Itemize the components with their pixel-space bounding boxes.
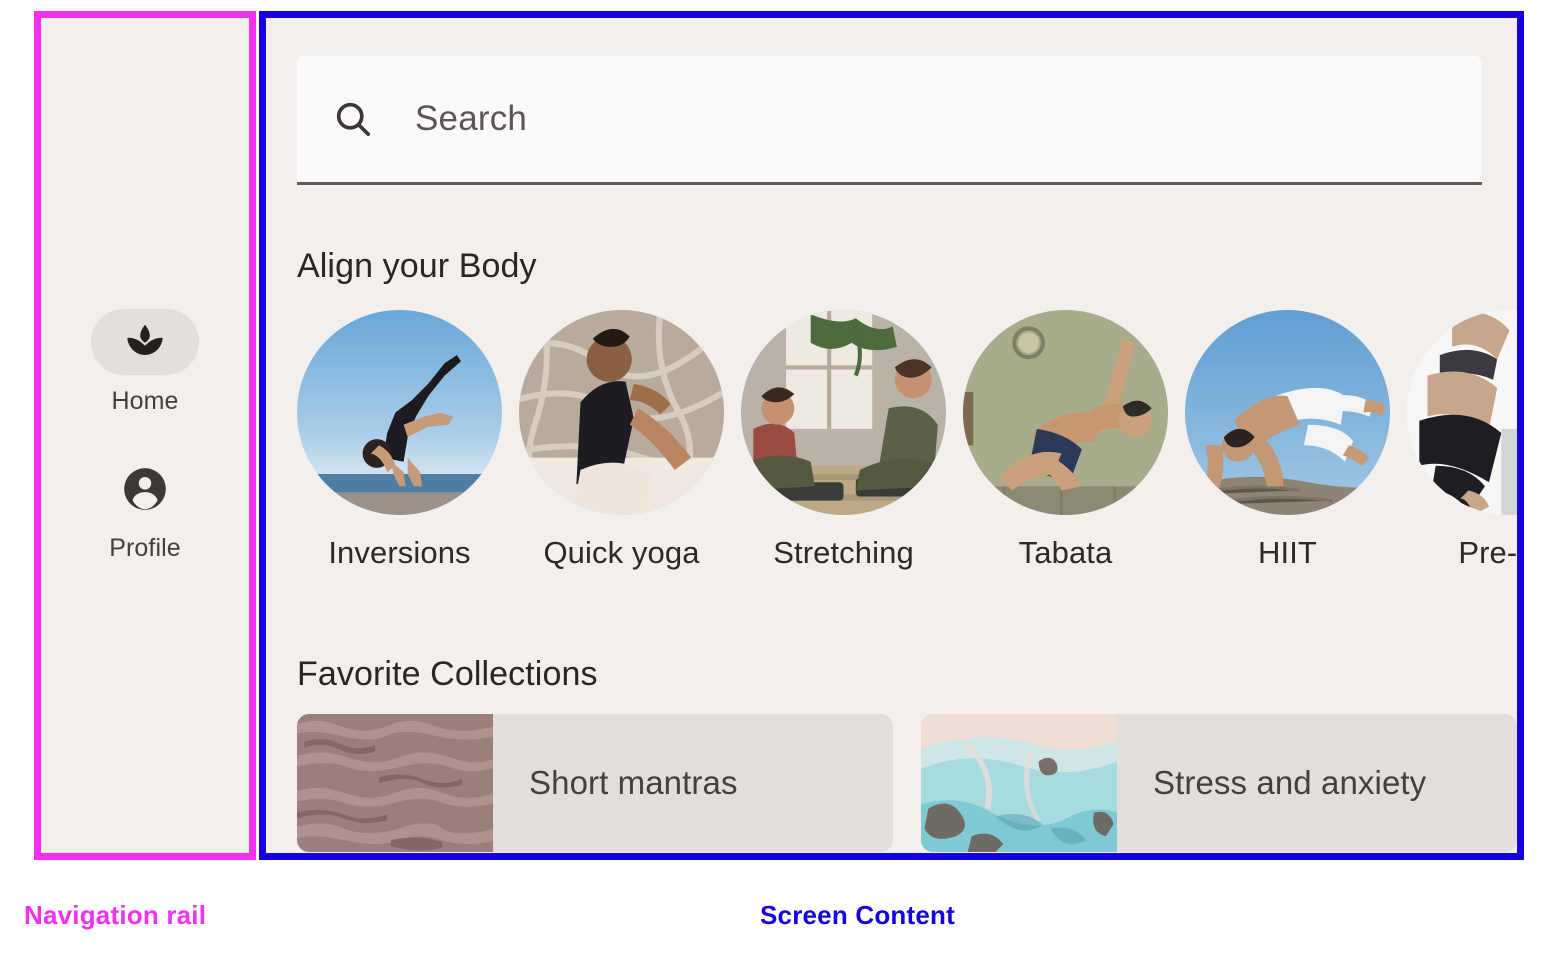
category-card-tabata[interactable]: Tabata [963, 310, 1168, 600]
category-label-inversions: Inversions [328, 535, 471, 570]
category-image-stretching [741, 310, 946, 515]
category-label-pre-natal: Pre-nat [1458, 535, 1517, 570]
category-label-tabata: Tabata [1018, 535, 1113, 570]
search-icon[interactable] [331, 97, 375, 141]
category-image-tabata [963, 310, 1168, 515]
collection-image-stress-and-anxiety [921, 714, 1117, 852]
category-card-quick-yoga[interactable]: Quick yoga [519, 310, 724, 600]
sidebar-item-home[interactable]: Home [41, 308, 249, 416]
sidebar-item-label-profile: Profile [109, 533, 181, 562]
section-title-favorite-collections: Favorite Collections [297, 655, 598, 693]
home-icon-pill[interactable] [91, 308, 199, 375]
category-card-pre-natal[interactable]: Pre-nat [1407, 310, 1517, 600]
screen-content-annotation-label: Screen Content [760, 900, 955, 930]
category-card-stretching[interactable]: Stretching [741, 310, 946, 600]
navigation-rail: Home Profile [41, 18, 249, 853]
account-circle-icon [120, 464, 170, 514]
category-card-inversions[interactable]: Inversions [297, 310, 502, 600]
sidebar-item-profile[interactable]: Profile [41, 456, 249, 563]
screenshot-root: Home Profile Search Align your Body Inve… [0, 0, 1560, 968]
favorite-collections-list[interactable]: Short mantras Stress and anxiety [297, 714, 1517, 853]
collection-image-short-mantras [297, 714, 493, 852]
spa-lotus-icon [122, 319, 168, 365]
collection-card-stress-and-anxiety[interactable]: Stress and anxiety [921, 714, 1517, 852]
category-image-quick-yoga [519, 310, 724, 515]
screen-content: Search Align your Body Inversions Quick … [266, 18, 1517, 853]
align-your-body-carousel[interactable]: Inversions Quick yoga Stretching Tabata … [297, 310, 1517, 600]
collection-label-stress-and-anxiety: Stress and anxiety [1153, 764, 1427, 801]
category-image-pre-natal [1407, 310, 1517, 515]
collection-label-short-mantras: Short mantras [529, 764, 738, 801]
category-label-stretching: Stretching [773, 535, 914, 570]
collection-card-short-mantras[interactable]: Short mantras [297, 714, 893, 852]
category-label-quick-yoga: Quick yoga [543, 535, 700, 570]
category-image-inversions [297, 310, 502, 515]
profile-icon-pill[interactable] [91, 456, 199, 522]
category-card-hiit[interactable]: HIIT [1185, 310, 1390, 600]
category-label-hiit: HIIT [1258, 535, 1317, 570]
search-bar[interactable]: Search [297, 56, 1482, 185]
sidebar-item-label-home: Home [111, 386, 179, 415]
section-title-align-your-body: Align your Body [297, 247, 537, 285]
category-image-hiit [1185, 310, 1390, 515]
search-input[interactable]: Search [415, 99, 527, 139]
navigation-rail-annotation-label: Navigation rail [24, 900, 207, 930]
